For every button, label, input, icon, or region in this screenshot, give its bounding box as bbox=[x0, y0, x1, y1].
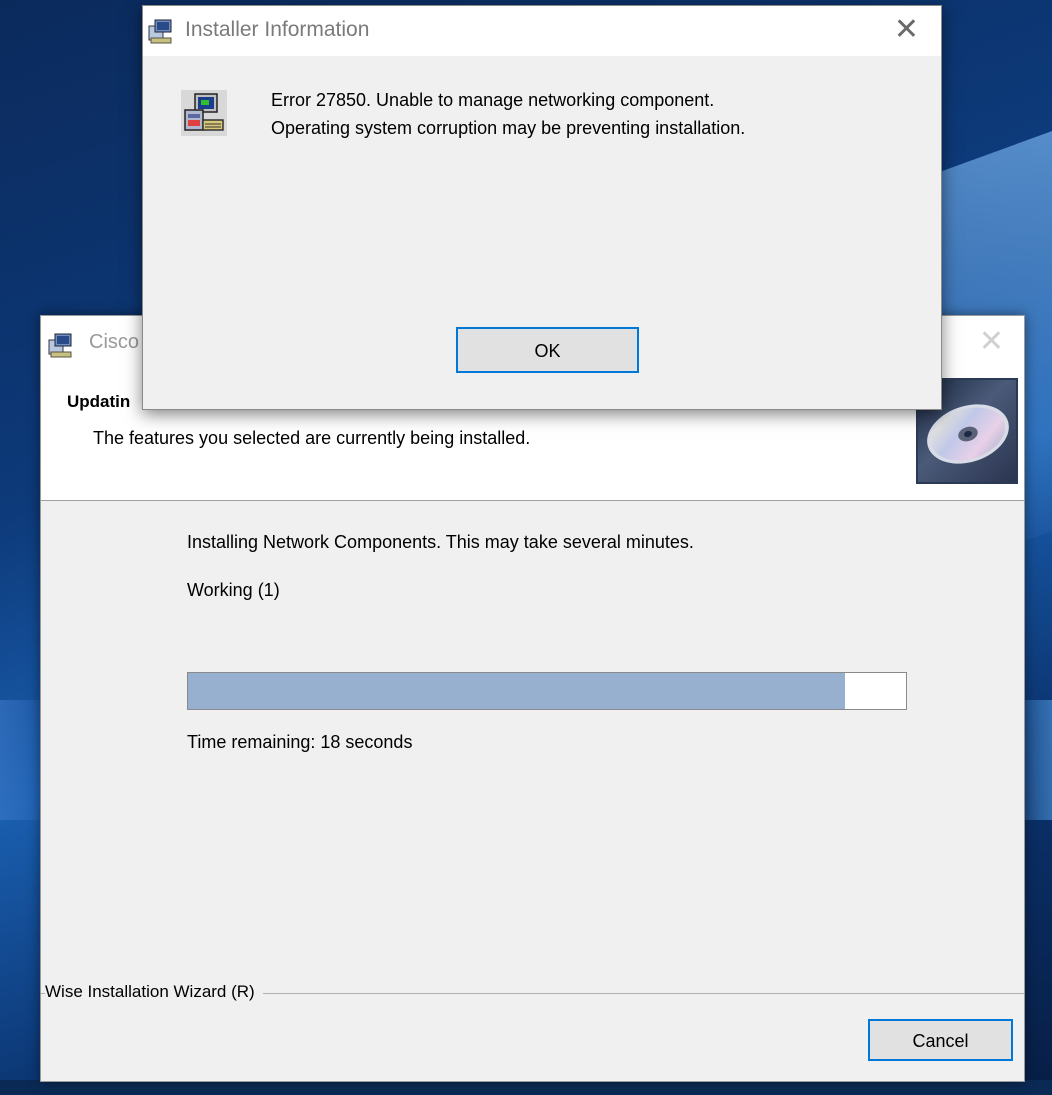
computer-setup-icon bbox=[181, 90, 227, 136]
brand-label: Wise Installation Wizard (R) bbox=[45, 982, 263, 1002]
progress-fill bbox=[188, 673, 845, 709]
wizard-title: Cisco bbox=[89, 331, 140, 353]
dialog-title: Installer Information bbox=[185, 18, 370, 41]
working-text: Working (1) bbox=[187, 580, 280, 600]
cancel-button[interactable]: Cancel bbox=[868, 1019, 1013, 1061]
close-icon[interactable]: ✕ bbox=[979, 324, 1004, 359]
status-text: Installing Network Components. This may … bbox=[187, 532, 694, 552]
ok-button[interactable]: OK bbox=[456, 327, 639, 373]
installer-icon bbox=[48, 333, 72, 358]
progress-bar bbox=[187, 672, 907, 710]
dialog-titlebar[interactable]: Installer Information ✕ bbox=[143, 6, 941, 56]
taskbar-edge bbox=[0, 1080, 1052, 1095]
error-message-line1: Error 27850. Unable to manage networking… bbox=[271, 90, 715, 110]
time-remaining-text: Time remaining: 18 seconds bbox=[187, 732, 413, 752]
installer-icon bbox=[148, 19, 172, 44]
wizard-header-title: Updatin bbox=[67, 392, 131, 411]
wizard-header-subtitle: The features you selected are currently … bbox=[93, 428, 531, 448]
error-message-line2: Operating system corruption may be preve… bbox=[271, 118, 746, 138]
installer-information-dialog: Installer Information ✕ Error 27850. Una… bbox=[142, 5, 942, 410]
installer-wizard-window: Cisco ✕ Updatin The features you selecte… bbox=[40, 315, 1025, 1082]
close-icon[interactable]: ✕ bbox=[894, 12, 919, 47]
